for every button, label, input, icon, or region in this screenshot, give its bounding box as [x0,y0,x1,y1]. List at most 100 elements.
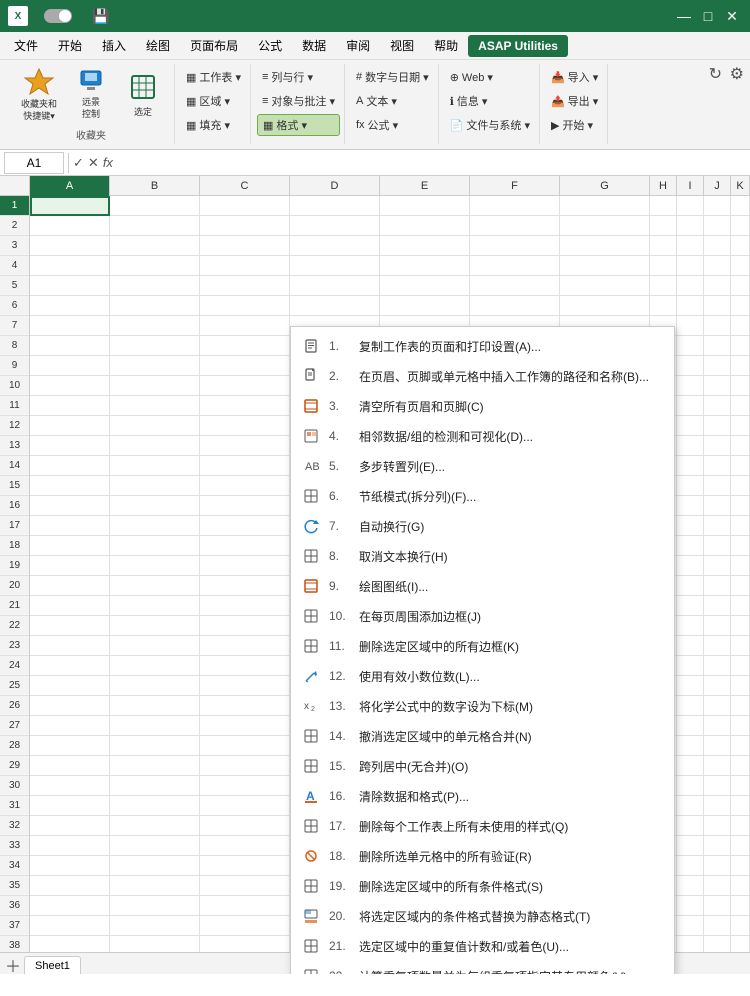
cell-A13[interactable] [30,436,110,456]
ribbon-btn-text[interactable]: A 文本 ▾ [351,90,434,112]
cell-J16[interactable] [704,496,731,516]
dropdown-item-21[interactable]: 21.选定区域中的重复值计数和/或着色(U)... [291,931,674,961]
ribbon-btn-select[interactable]: 选定 [118,66,168,122]
menu-file[interactable]: 文件 [4,33,48,58]
cell-B7[interactable] [110,316,200,336]
cell-C27[interactable] [200,716,290,736]
col-header-I[interactable]: I [677,176,704,196]
cell-F6[interactable] [470,296,560,316]
cell-A29[interactable] [30,756,110,776]
cell-J30[interactable] [704,776,731,796]
menu-home[interactable]: 开始 [48,33,92,58]
cell-J3[interactable] [704,236,731,256]
cell-K18[interactable] [731,536,750,556]
cell-K37[interactable] [731,916,750,936]
cell-C35[interactable] [200,876,290,896]
cell-A12[interactable] [30,416,110,436]
cell-B29[interactable] [110,756,200,776]
row-num-12[interactable]: 12 [0,416,29,436]
cell-B37[interactable] [110,916,200,936]
cell-B20[interactable] [110,576,200,596]
ribbon-btn-web[interactable]: ⊕ Web ▾ [445,66,535,88]
cell-I27[interactable] [677,716,704,736]
cell-K8[interactable] [731,336,750,356]
cell-A11[interactable] [30,396,110,416]
cell-C25[interactable] [200,676,290,696]
col-header-K[interactable]: K [731,176,750,196]
cell-A31[interactable] [30,796,110,816]
cell-K4[interactable] [731,256,750,276]
cell-J5[interactable] [704,276,731,296]
cell-J35[interactable] [704,876,731,896]
row-num-21[interactable]: 21 [0,596,29,616]
autosave-toggle[interactable] [44,9,72,23]
cell-J23[interactable] [704,636,731,656]
row-num-14[interactable]: 14 [0,456,29,476]
row-num-5[interactable]: 5 [0,276,29,296]
row-num-7[interactable]: 7 [0,316,29,336]
cell-K27[interactable] [731,716,750,736]
row-num-11[interactable]: 11 [0,396,29,416]
cell-C21[interactable] [200,596,290,616]
cell-I25[interactable] [677,676,704,696]
cell-G3[interactable] [560,236,650,256]
cell-A17[interactable] [30,516,110,536]
cell-I32[interactable] [677,816,704,836]
cell-K15[interactable] [731,476,750,496]
cell-I15[interactable] [677,476,704,496]
cell-I37[interactable] [677,916,704,936]
cell-I12[interactable] [677,416,704,436]
cell-J17[interactable] [704,516,731,536]
cell-H1[interactable] [650,196,677,216]
row-num-13[interactable]: 13 [0,436,29,456]
cell-I21[interactable] [677,596,704,616]
cell-I3[interactable] [677,236,704,256]
cell-B14[interactable] [110,456,200,476]
cell-C12[interactable] [200,416,290,436]
cell-I22[interactable] [677,616,704,636]
cell-I14[interactable] [677,456,704,476]
cell-J12[interactable] [704,416,731,436]
ribbon-btn-remote[interactable]: 远景控制 [66,66,116,122]
dropdown-item-7[interactable]: 7.自动换行(G) [291,511,674,541]
row-num-10[interactable]: 10 [0,376,29,396]
cell-J37[interactable] [704,916,731,936]
cell-E3[interactable] [380,236,470,256]
cell-B3[interactable] [110,236,200,256]
cell-I30[interactable] [677,776,704,796]
dropdown-item-15[interactable]: 15.跨列居中(无合并)(O) [291,751,674,781]
cell-K30[interactable] [731,776,750,796]
cell-I2[interactable] [677,216,704,236]
cell-J25[interactable] [704,676,731,696]
cell-E4[interactable] [380,256,470,276]
cell-G1[interactable] [560,196,650,216]
cell-A19[interactable] [30,556,110,576]
cell-A3[interactable] [30,236,110,256]
cell-C24[interactable] [200,656,290,676]
dropdown-item-2[interactable]: 2.在页眉、页脚或单元格中插入工作簿的路径和名称(B)... [291,361,674,391]
cell-I29[interactable] [677,756,704,776]
cell-K29[interactable] [731,756,750,776]
cell-B8[interactable] [110,336,200,356]
cell-B26[interactable] [110,696,200,716]
cell-K33[interactable] [731,836,750,856]
menu-data[interactable]: 数据 [292,33,336,58]
dropdown-item-1[interactable]: 1.复制工作表的页面和打印设置(A)... [291,331,674,361]
menu-review[interactable]: 审阅 [336,33,380,58]
row-num-36[interactable]: 36 [0,896,29,916]
cell-I1[interactable] [677,196,704,216]
cell-I33[interactable] [677,836,704,856]
cell-B12[interactable] [110,416,200,436]
cell-B5[interactable] [110,276,200,296]
cell-C8[interactable] [200,336,290,356]
menu-view[interactable]: 视图 [380,33,424,58]
cell-J10[interactable] [704,376,731,396]
cell-I34[interactable] [677,856,704,876]
cell-K3[interactable] [731,236,750,256]
cell-A14[interactable] [30,456,110,476]
cell-K35[interactable] [731,876,750,896]
cell-K2[interactable] [731,216,750,236]
ribbon-btn-export[interactable]: 📤 导出 ▾ [546,90,603,112]
cell-J14[interactable] [704,456,731,476]
cell-J21[interactable] [704,596,731,616]
